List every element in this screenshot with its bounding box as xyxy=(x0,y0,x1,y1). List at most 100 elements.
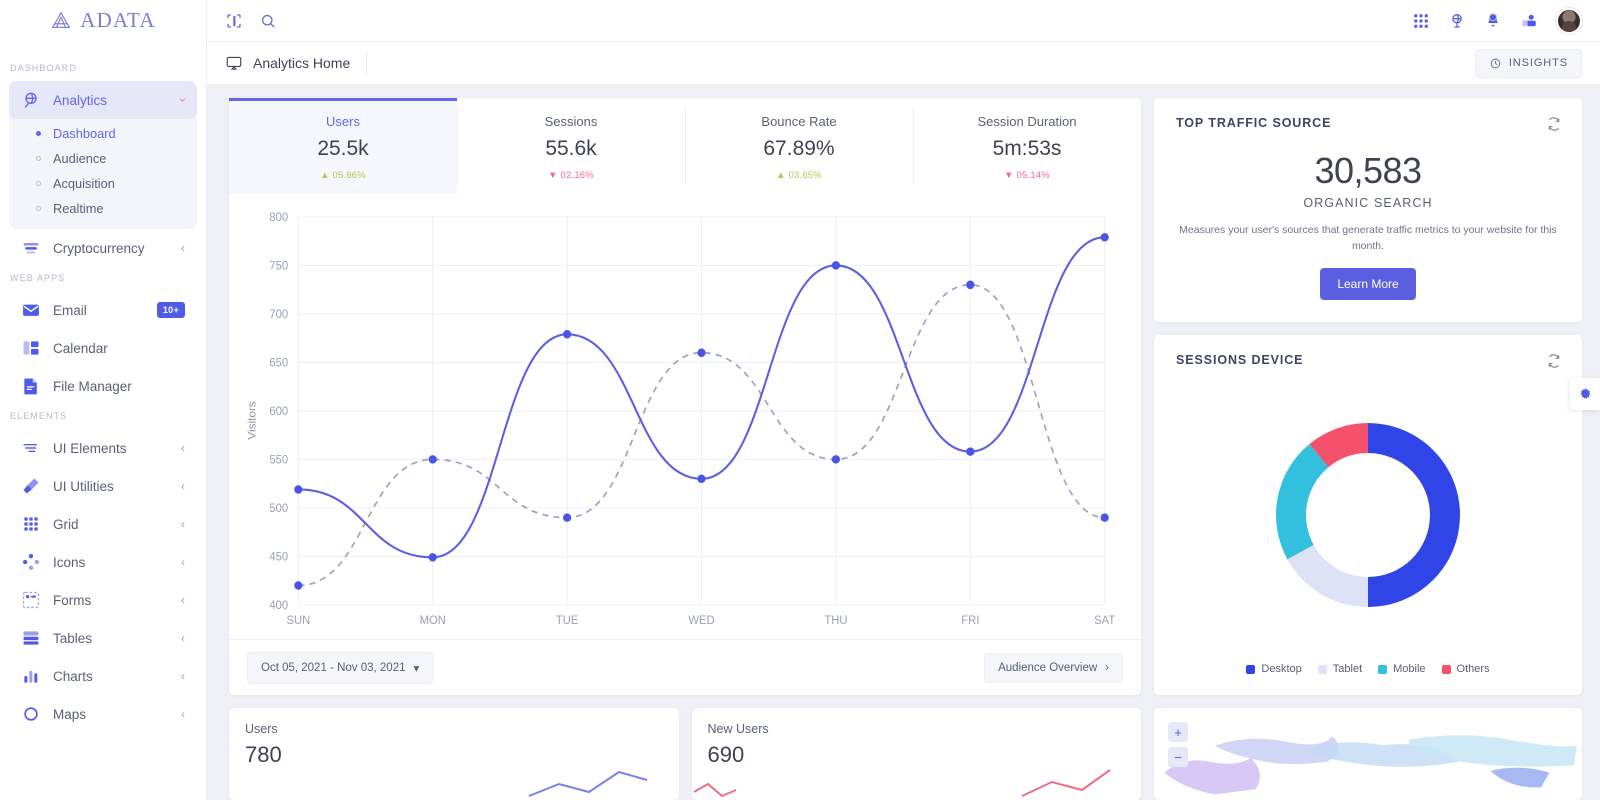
notifications-bell-icon[interactable] xyxy=(1484,12,1502,30)
stat-tab-session-duration[interactable]: Session Duration 5m:53s ▼ 05.14% xyxy=(913,98,1141,194)
mini-card-label: New Users xyxy=(708,722,1126,736)
nav-group-analytics: Analytics › Dashboard Audience Acquisiti… xyxy=(9,81,197,229)
sidebar-item-icons[interactable]: Icons ‹ xyxy=(9,543,197,581)
sidebar-subitem-realtime[interactable]: Realtime xyxy=(9,196,197,221)
svg-text:400: 400 xyxy=(269,600,288,612)
legend-label: Mobile xyxy=(1393,663,1425,675)
insights-button[interactable]: INSIGHTS xyxy=(1475,49,1582,78)
search-icon[interactable] xyxy=(259,12,277,30)
legend-swatch xyxy=(1442,665,1451,674)
line-chart-svg: 400450500550600650700750800SUNMONTUEWEDT… xyxy=(239,202,1119,639)
app-root: ADATA DASHBOARD Analytics › xyxy=(0,0,1600,800)
sidebar-item-analytics[interactable]: Analytics › xyxy=(9,81,197,119)
brush-icon xyxy=(21,476,41,496)
map-zoom-out-button[interactable]: − xyxy=(1168,747,1188,767)
sidebar-item-label: Tables xyxy=(53,631,169,646)
stat-tab-users[interactable]: Users 25.5k ▲ 05.66% xyxy=(229,98,457,194)
icons-cluster-icon xyxy=(21,552,41,572)
refresh-circle-icon xyxy=(1489,57,1502,70)
sidebar-item-calendar[interactable]: Calendar xyxy=(9,329,197,367)
date-range-selector[interactable]: Oct 05, 2021 - Nov 03, 2021 ▾ xyxy=(247,652,433,684)
bar-chart-icon xyxy=(21,666,41,686)
collapse-icon[interactable] xyxy=(225,12,243,30)
sidebar-item-label: Grid xyxy=(53,517,169,532)
chevron-left-icon: ‹ xyxy=(181,556,185,568)
nav-caption-dashboard: DASHBOARD xyxy=(0,57,206,81)
svg-text:Visitors: Visitors xyxy=(247,401,259,439)
stat-tab-sessions[interactable]: Sessions 55.6k ▼ 02.16% xyxy=(457,98,685,194)
chevron-left-icon: ‹ xyxy=(181,670,185,682)
refresh-icon[interactable] xyxy=(1546,116,1562,132)
mini-card-label: Users xyxy=(245,722,663,736)
sidebar-item-label: Charts xyxy=(53,669,169,684)
donut-slice-desktop[interactable] xyxy=(1368,423,1460,607)
stat-value: 25.5k xyxy=(229,137,457,161)
globe-icon[interactable] xyxy=(1448,12,1466,30)
map-zoom-in-button[interactable]: + xyxy=(1168,722,1188,742)
sidebar-subitem-dashboard[interactable]: Dashboard xyxy=(9,121,197,146)
svg-text:550: 550 xyxy=(269,454,288,466)
mini-card-users: Users 780 xyxy=(229,708,679,800)
sidebar-item-ui-utilities[interactable]: UI Utilities ‹ xyxy=(9,467,197,505)
sidebar-item-email[interactable]: Email 10+ xyxy=(9,291,197,329)
bullet-icon xyxy=(36,131,41,136)
apps-grid-icon[interactable] xyxy=(1412,12,1430,30)
sidebar-item-label: Forms xyxy=(53,593,169,608)
tables-icon xyxy=(21,628,41,648)
svg-text:700: 700 xyxy=(269,309,288,321)
world-map-card: + − xyxy=(1154,708,1582,800)
legend-item-desktop[interactable]: Desktop xyxy=(1246,663,1301,675)
chevron-left-icon: ‹ xyxy=(181,594,185,606)
sidebar-item-label: Email xyxy=(53,303,145,318)
chevron-left-icon: ‹ xyxy=(181,708,185,720)
svg-text:450: 450 xyxy=(269,551,288,563)
sidebar-subitem-audience[interactable]: Audience xyxy=(9,146,197,171)
email-badge: 10+ xyxy=(157,302,185,318)
top-traffic-source-card: TOP TRAFFIC SOURCE 30,583 ORGANIC SEARCH… xyxy=(1154,98,1582,322)
stat-label: Sessions xyxy=(457,114,685,129)
file-icon xyxy=(21,376,41,396)
learn-more-button[interactable]: Learn More xyxy=(1320,268,1415,300)
traffic-value: 30,583 xyxy=(1176,150,1560,192)
refresh-icon[interactable] xyxy=(1546,353,1562,369)
sidebar-item-charts[interactable]: Charts ‹ xyxy=(9,657,197,695)
legend-item-others[interactable]: Others xyxy=(1442,663,1490,675)
left-column: Users 25.5k ▲ 05.66% Sessions 55.6k ▼ 02… xyxy=(229,98,1141,800)
visitors-chart-card: Users 25.5k ▲ 05.66% Sessions 55.6k ▼ 02… xyxy=(229,98,1141,695)
svg-text:600: 600 xyxy=(269,406,288,418)
sidebar-item-grid[interactable]: Grid ‹ xyxy=(9,505,197,543)
sidebar-item-cryptocurrency[interactable]: Cryptocurrency ‹ xyxy=(9,229,197,267)
sidebar-item-tables[interactable]: Tables ‹ xyxy=(9,619,197,657)
sidebar-item-ui-elements[interactable]: UI Elements ‹ xyxy=(9,429,197,467)
bullet-icon xyxy=(36,206,41,211)
svg-text:500: 500 xyxy=(269,503,288,515)
stat-label: Bounce Rate xyxy=(685,114,913,129)
messages-icon[interactable] xyxy=(1520,12,1538,30)
audience-overview-button[interactable]: Audience Overview › xyxy=(984,653,1123,683)
brand-logo[interactable]: ADATA xyxy=(0,0,206,41)
sidebar-subitem-acquisition[interactable]: Acquisition xyxy=(9,171,197,196)
stat-tab-bounce-rate[interactable]: Bounce Rate 67.89% ▲ 03.65% xyxy=(685,98,913,194)
avatar[interactable] xyxy=(1556,8,1582,34)
sidebar-item-maps[interactable]: Maps ‹ xyxy=(9,695,197,733)
sidebar-item-label: File Manager xyxy=(53,379,185,394)
svg-text:WED: WED xyxy=(688,615,714,627)
settings-float-button[interactable] xyxy=(1570,378,1600,410)
donut-slice-mobile[interactable] xyxy=(1276,444,1328,559)
bullet-icon xyxy=(36,181,41,186)
stat-delta: ▼ 02.16% xyxy=(457,170,685,181)
sidebar-item-forms[interactable]: Forms ‹ xyxy=(9,581,197,619)
sidebar-item-label: Maps xyxy=(53,707,169,722)
chevron-down-icon: › xyxy=(177,98,189,102)
donut-slice-tablet[interactable] xyxy=(1287,545,1368,607)
svg-text:MON: MON xyxy=(420,615,446,627)
brand-name: ADATA xyxy=(80,8,155,33)
caret-down-icon: ▾ xyxy=(413,661,419,675)
legend-item-mobile[interactable]: Mobile xyxy=(1378,663,1425,675)
sidebar-item-file-manager[interactable]: File Manager xyxy=(9,367,197,405)
svg-text:THU: THU xyxy=(824,615,847,627)
chevron-left-icon: ‹ xyxy=(181,242,185,254)
subbar-divider xyxy=(366,52,367,74)
legend-item-tablet[interactable]: Tablet xyxy=(1318,663,1362,675)
legend-swatch xyxy=(1246,665,1255,674)
